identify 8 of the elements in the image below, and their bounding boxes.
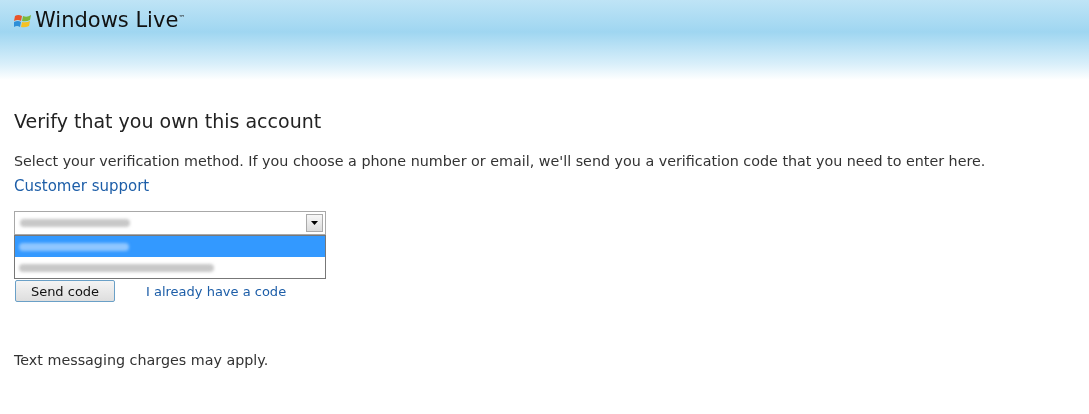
- instructions-text: Select your verification method. If you choose a phone number or email, we'll send you a verification code that you need to enter here.: [14, 153, 987, 169]
- brand-name: Windows Live: [35, 8, 179, 32]
- windows-flag-icon: [14, 13, 32, 30]
- send-code-button[interactable]: Send code: [15, 280, 115, 302]
- page-heading: Verify that you own this account: [14, 110, 323, 132]
- customer-support-link[interactable]: Customer support: [14, 177, 150, 195]
- charges-note: Text messaging charges may apply.: [14, 352, 270, 368]
- already-have-code-link[interactable]: I already have a code: [146, 283, 287, 299]
